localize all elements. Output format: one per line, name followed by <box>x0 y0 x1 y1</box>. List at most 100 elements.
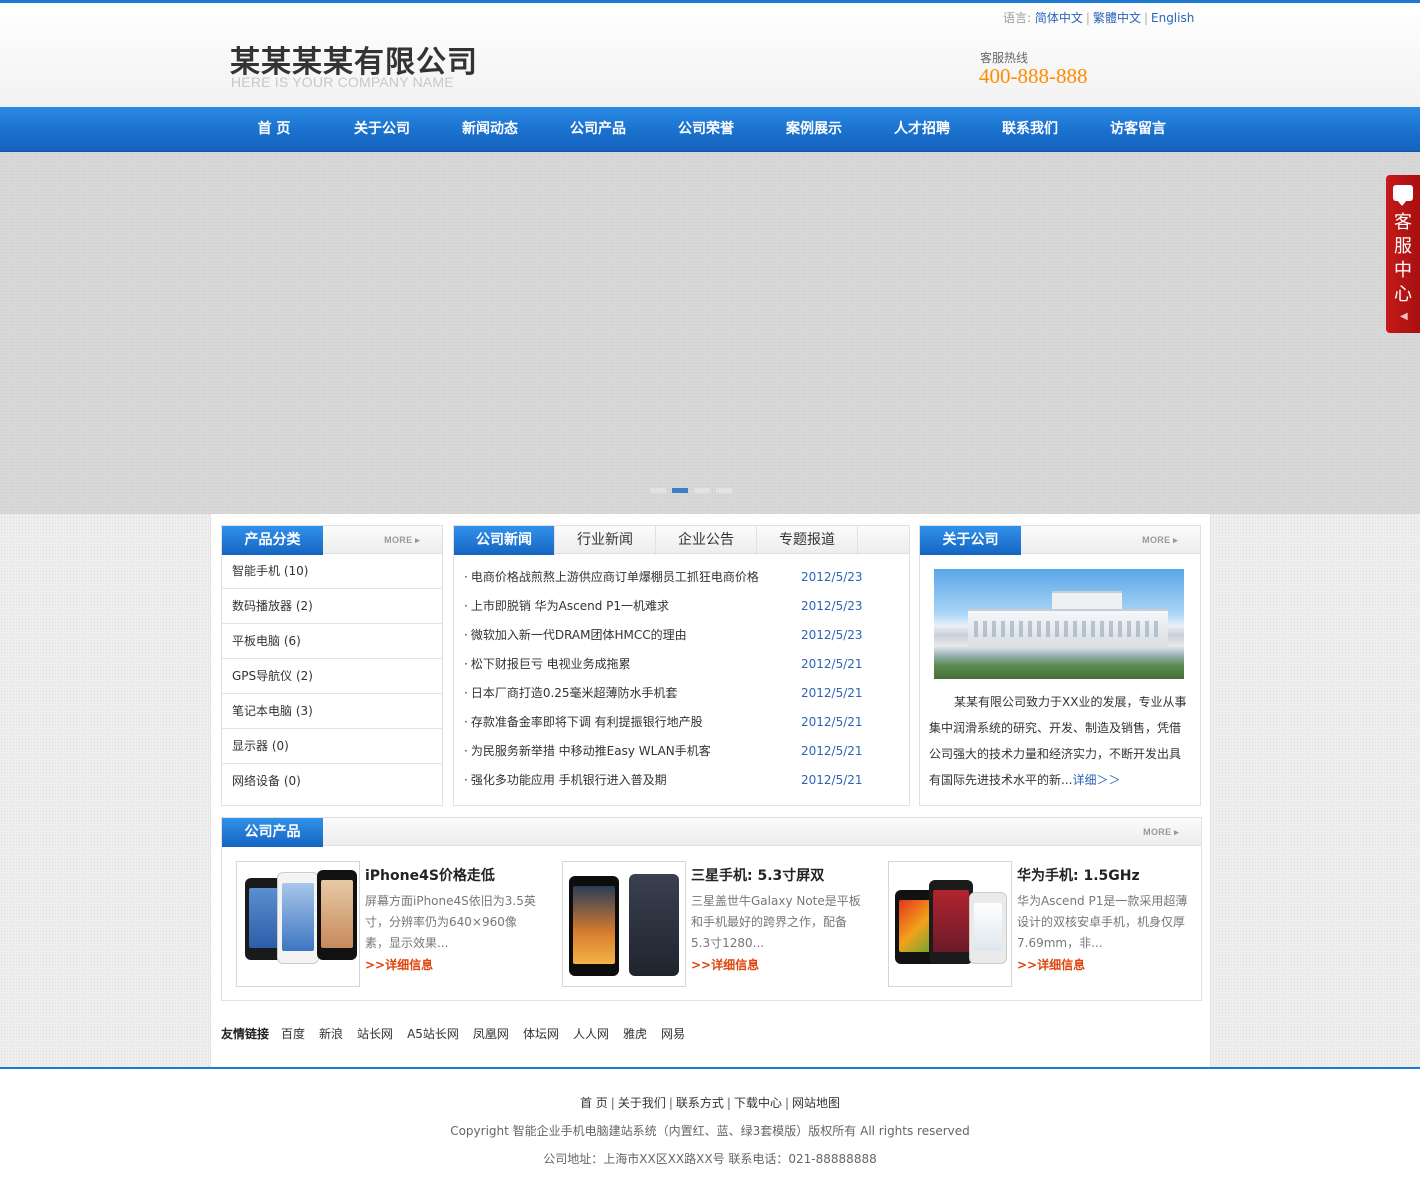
nav-item-about[interactable]: 关于公司 <box>328 107 436 152</box>
box-title: 公司产品 <box>222 818 323 847</box>
service-tab-text: 客服中心 <box>1394 212 1412 305</box>
lang-traditional-link[interactable]: 繁體中文 <box>1093 11 1141 25</box>
product-category-box: 产品分类 MORE ▸ 智能手机 (10) 数码播放器 (2) 平板电脑 (6)… <box>221 525 443 806</box>
about-company-box: 关于公司 MORE ▸ 某某有限公司致力于XX业的发展，专业从事集中润滑系统的研… <box>919 525 1201 806</box>
news-item[interactable]: · 日本厂商打造0.25毫米超薄防水手机套 2012/5/21 <box>464 679 909 708</box>
news-title[interactable]: 日本厂商打造0.25毫米超薄防水手机套 <box>471 686 678 700</box>
news-item[interactable]: · 松下财报巨亏 电视业务成拖累 2012/5/21 <box>464 650 909 679</box>
about-description: 某某有限公司致力于XX业的发展，专业从事集中润滑系统的研究、开发、制造及销售，凭… <box>929 689 1191 793</box>
tab-announcements[interactable]: 企业公告 <box>656 526 757 555</box>
nav-item-jobs[interactable]: 人才招聘 <box>868 107 976 152</box>
news-item[interactable]: · 为民服务新举措 中移动推Easy WLAN手机客 2012/5/21 <box>464 737 909 766</box>
news-date: 2012/5/21 <box>801 744 863 758</box>
news-date: 2012/5/21 <box>801 657 863 671</box>
footer-copyright: Copyright 智能企业手机电脑建站系统（内置红、蓝、绿3套模版）版权所有 … <box>450 1124 970 1138</box>
news-title[interactable]: 上市即脱销 华为Ascend P1一机难求 <box>471 599 669 613</box>
news-list: · 电商价格战煎熬上游供应商订单爆棚员工抓狂电商价格 2012/5/23 · 上市即脱销… <box>454 554 909 795</box>
product-detail-link[interactable]: >>详细信息 <box>1017 956 1085 973</box>
news-box: 公司新闻 行业新闻 企业公告 专题报道 · 电商价格战煎熬上游供应商订单爆棚员工抓… <box>453 525 910 806</box>
category-item[interactable]: 显示器 (0) <box>222 729 442 764</box>
lang-simplified-link[interactable]: 简体中文 <box>1035 11 1083 25</box>
banner-dot-active[interactable] <box>672 488 688 493</box>
news-title[interactable]: 松下财报巨亏 电视业务成拖累 <box>471 657 631 671</box>
company-products-box: 公司产品 MORE ▸ iPhone4S价格走低 屏幕方面iPhone4S依旧为… <box>221 817 1202 1001</box>
product-detail-link[interactable]: >>详细信息 <box>365 956 433 973</box>
nav-item-products[interactable]: 公司产品 <box>544 107 652 152</box>
tab-industry-news[interactable]: 行业新闻 <box>555 526 656 555</box>
news-title[interactable]: 电商价格战煎熬上游供应商订单爆棚员工抓狂电商价格 <box>471 570 759 584</box>
category-item[interactable]: 数码播放器 (2) <box>222 589 442 624</box>
nav-item-contact[interactable]: 联系我们 <box>976 107 1084 152</box>
friend-link[interactable]: A5站长网 <box>407 1025 459 1042</box>
customer-service-tab[interactable]: 客服中心 ◀ <box>1386 175 1420 333</box>
more-link[interactable]: MORE ▸ <box>384 535 420 546</box>
nav-item-cases[interactable]: 案例展示 <box>760 107 868 152</box>
product-image-iphone[interactable] <box>236 861 360 987</box>
main-nav: 首 页 关于公司 新闻动态 公司产品 公司荣誉 案例展示 人才招聘 联系我们 访… <box>0 107 1420 152</box>
box-header: 产品分类 MORE ▸ <box>222 526 442 555</box>
news-bullet: · <box>464 744 468 758</box>
product-image-samsung[interactable] <box>562 861 686 987</box>
about-detail-link[interactable]: 详细＞＞ <box>1072 773 1120 787</box>
hero-banner <box>0 152 1420 514</box>
friend-link[interactable]: 网易 <box>661 1025 685 1042</box>
more-link[interactable]: MORE ▸ <box>1142 535 1178 546</box>
banner-dot[interactable] <box>650 488 666 493</box>
news-item[interactable]: · 电商价格战煎熬上游供应商订单爆棚员工抓狂电商价格 2012/5/23 <box>464 563 909 592</box>
product-name[interactable]: iPhone4S价格走低 <box>365 865 495 885</box>
news-title[interactable]: 强化多功能应用 手机银行进入普及期 <box>471 773 667 787</box>
friend-link[interactable]: 体坛网 <box>523 1025 559 1042</box>
language-switcher: 语言: 简体中文 | 繁體中文 | English <box>1003 9 1194 26</box>
product-image-huawei[interactable] <box>888 861 1012 987</box>
lang-divider: | <box>1143 11 1148 25</box>
friend-link[interactable]: 站长网 <box>357 1025 393 1042</box>
friend-link[interactable]: 人人网 <box>573 1025 609 1042</box>
news-item[interactable]: · 存款准备金率即将下调 有利提振银行地产股 2012/5/21 <box>464 708 909 737</box>
news-item[interactable]: · 微软加入新一代DRAM团体HMCC的理由 2012/5/23 <box>464 621 909 650</box>
nav-item-guestbook[interactable]: 访客留言 <box>1084 107 1192 152</box>
product-card: iPhone4S价格走低 屏幕方面iPhone4S依旧为3.5英寸，分辨率仍为6… <box>236 861 546 988</box>
news-item[interactable]: · 强化多功能应用 手机银行进入普及期 2012/5/21 <box>464 766 909 795</box>
product-name[interactable]: 三星手机: 5.3寸屏双 <box>691 865 824 885</box>
footer-link-about[interactable]: 关于我们 <box>618 1096 666 1110</box>
tab-special-reports[interactable]: 专题报道 <box>757 526 858 555</box>
news-title[interactable]: 为民服务新举措 中移动推Easy WLAN手机客 <box>471 744 711 758</box>
site-footer: 首 页 | 关于我们 | 联系方式 | 下载中心 | 网站地图 Copyright 智能企业手机… <box>0 1067 1420 1194</box>
category-item[interactable]: 笔记本电脑 (3) <box>222 694 442 729</box>
nav-item-honors[interactable]: 公司荣誉 <box>652 107 760 152</box>
more-link[interactable]: MORE ▸ <box>1143 827 1179 838</box>
product-detail-link[interactable]: >>详细信息 <box>691 956 759 973</box>
category-item[interactable]: 网络设备 (0) <box>222 764 442 799</box>
product-description: 屏幕方面iPhone4S依旧为3.5英寸，分辨率仍为640×960像素，显示效果… <box>365 894 536 950</box>
news-title[interactable]: 存款准备金率即将下调 有利提振银行地产股 <box>471 715 703 729</box>
banner-dot[interactable] <box>694 488 710 493</box>
banner-dot[interactable] <box>716 488 732 493</box>
category-item[interactable]: 智能手机 (10) <box>222 554 442 589</box>
category-item[interactable]: 平板电脑 (6) <box>222 624 442 659</box>
news-item[interactable]: · 上市即脱销 华为Ascend P1一机难求 2012/5/23 <box>464 592 909 621</box>
banner-pagination <box>650 488 732 493</box>
news-title[interactable]: 微软加入新一代DRAM团体HMCC的理由 <box>471 628 687 642</box>
friend-link[interactable]: 新浪 <box>319 1025 343 1042</box>
main-content: 产品分类 MORE ▸ 智能手机 (10) 数码播放器 (2) 平板电脑 (6)… <box>210 514 1211 1069</box>
footer-address: 公司地址：上海市XX区XX路XX号 联系电话：021-88888888 <box>543 1152 877 1166</box>
category-item[interactable]: GPS导航仪 (2) <box>222 659 442 694</box>
nav-item-home[interactable]: 首 页 <box>220 107 328 152</box>
news-bullet: · <box>464 628 468 642</box>
footer-link-download[interactable]: 下载中心 <box>734 1096 782 1110</box>
footer-link-sitemap[interactable]: 网站地图 <box>792 1096 840 1110</box>
product-description: 华为Ascend P1是一款采用超薄设计的双核安卓手机，机身仅厚7.69mm，非… <box>1017 894 1188 950</box>
tab-company-news[interactable]: 公司新闻 <box>454 526 555 555</box>
friend-link[interactable]: 雅虎 <box>623 1025 647 1042</box>
news-date: 2012/5/21 <box>801 715 863 729</box>
friend-link[interactable]: 百度 <box>281 1025 305 1042</box>
product-name[interactable]: 华为手机: 1.5GHz <box>1017 865 1140 885</box>
footer-link-contact[interactable]: 联系方式 <box>676 1096 724 1110</box>
news-date: 2012/5/21 <box>801 686 863 700</box>
footer-link-home[interactable]: 首 页 <box>580 1096 608 1110</box>
lang-english-link[interactable]: English <box>1151 11 1194 25</box>
friend-link[interactable]: 凤凰网 <box>473 1025 509 1042</box>
news-date: 2012/5/23 <box>801 570 863 584</box>
lang-divider: | <box>1085 11 1090 25</box>
nav-item-news[interactable]: 新闻动态 <box>436 107 544 152</box>
